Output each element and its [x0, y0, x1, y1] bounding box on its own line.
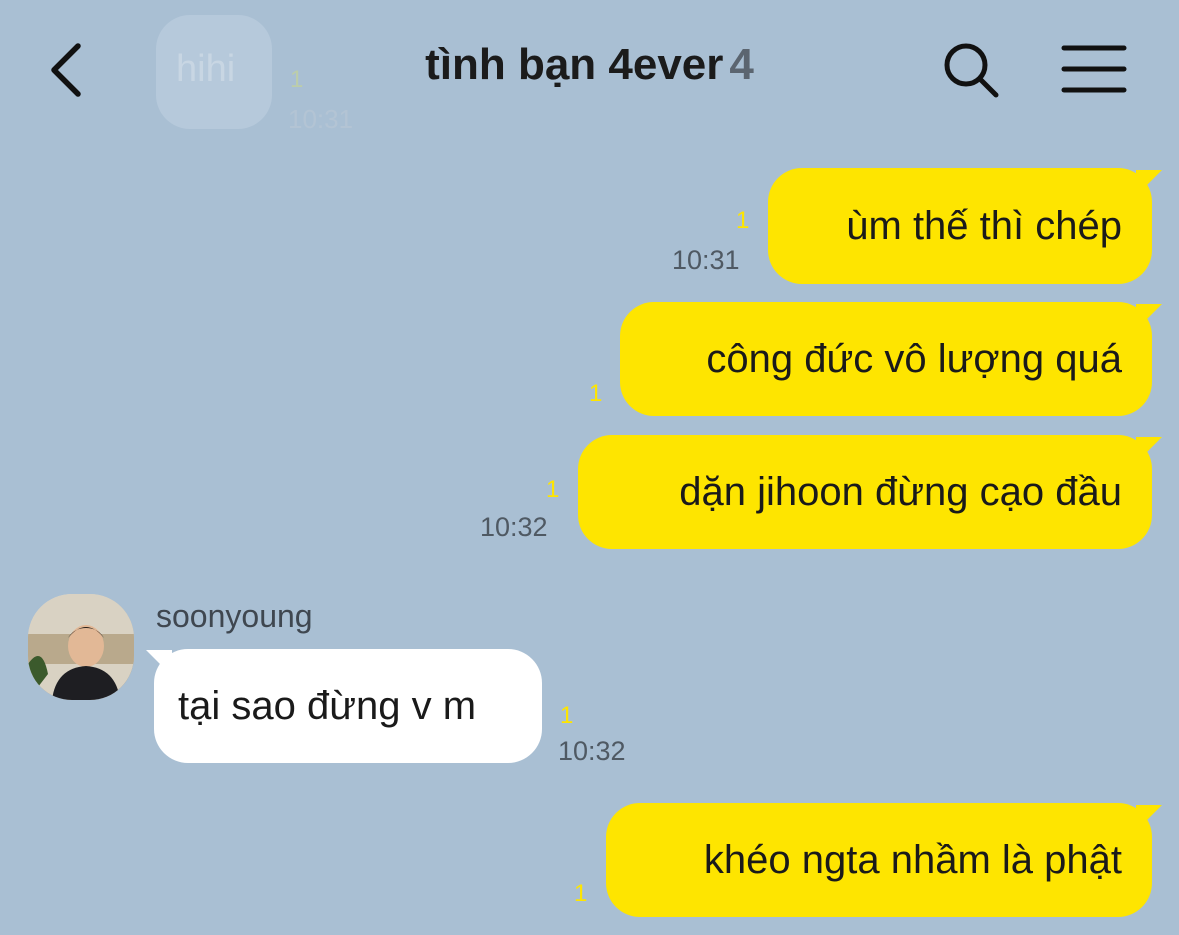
avatar[interactable] — [28, 594, 134, 700]
menu-button[interactable] — [1058, 40, 1130, 100]
unread-count: 1 — [589, 380, 603, 407]
member-count: 4 — [729, 40, 754, 89]
message-time: 10:32 — [558, 736, 626, 766]
ghost-message-text: hihi — [176, 48, 236, 90]
unread-count: 1 — [546, 476, 560, 503]
back-icon — [51, 43, 81, 97]
message-text: tại sao đừng v m — [178, 683, 477, 728]
profile-photo — [28, 594, 134, 700]
message-text: khéo ngta nhầm là phật — [703, 837, 1122, 882]
message-time: 10:31 — [672, 245, 740, 275]
chat-name: tình bạn 4ever — [425, 40, 724, 89]
menu-icon — [1061, 45, 1127, 93]
my-message-bubble[interactable]: ùm thế thì chép — [768, 168, 1152, 284]
my-message-bubble[interactable]: dặn jihoon đừng cạo đầu — [578, 435, 1152, 549]
message-text: công đức vô lượng quá — [706, 336, 1122, 381]
ghost-unread-count: 1 — [290, 66, 304, 93]
my-message-bubble[interactable]: khéo ngta nhầm là phật — [606, 803, 1152, 917]
unread-count: 1 — [736, 207, 750, 234]
back-button[interactable] — [38, 34, 98, 104]
message-text: dặn jihoon đừng cạo đầu — [679, 469, 1122, 514]
their-message-bubble[interactable]: tại sao đừng v m — [154, 649, 542, 763]
unread-count: 1 — [560, 702, 574, 729]
search-button[interactable] — [938, 38, 1004, 104]
unread-count: 1 — [574, 880, 588, 907]
my-message-bubble[interactable]: công đức vô lượng quá — [620, 302, 1152, 416]
search-icon — [944, 43, 999, 98]
message-text: ùm thế thì chép — [846, 203, 1122, 248]
message-time: 10:32 — [480, 512, 548, 542]
sender-name: soonyoung — [156, 598, 313, 634]
ghost-message-time: 10:31 — [288, 104, 354, 134]
